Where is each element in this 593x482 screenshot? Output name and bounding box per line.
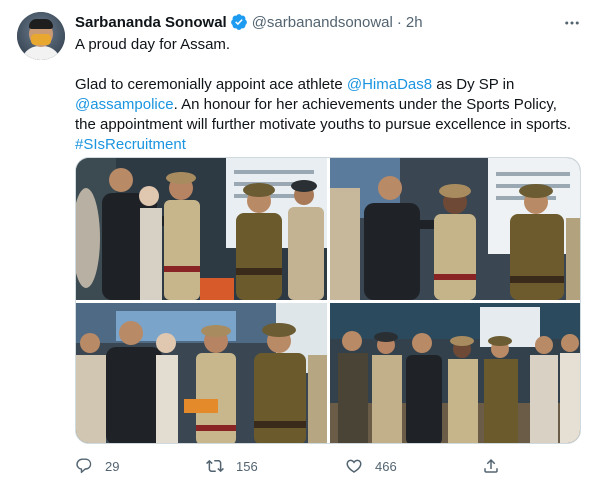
media-photo-3[interactable] bbox=[76, 303, 327, 443]
reply-count: 29 bbox=[105, 458, 120, 474]
tweet-line: @assampolice. An honour for her achievem… bbox=[75, 95, 580, 115]
retweet-icon bbox=[206, 457, 224, 475]
more-horizontal-icon[interactable] bbox=[562, 13, 582, 33]
like-button[interactable]: 466 bbox=[345, 456, 397, 476]
retweet-count: 156 bbox=[236, 458, 258, 474]
hashtag-link[interactable]: #SIsRecruitment bbox=[75, 136, 186, 153]
separator-dot: · bbox=[396, 13, 402, 31]
media-photo-2[interactable] bbox=[330, 158, 580, 300]
tweet-text-fragment: . An honour for her achievements under t… bbox=[173, 96, 557, 113]
share-icon bbox=[482, 457, 500, 475]
like-count: 466 bbox=[375, 458, 397, 474]
tweet-text: A proud day for Assam. Glad to ceremonia… bbox=[75, 35, 580, 155]
reply-icon bbox=[75, 457, 93, 475]
mention-link-assampolice[interactable]: @assampolice bbox=[75, 96, 174, 113]
author-handle[interactable]: @sarbanandsonowal bbox=[252, 14, 393, 31]
tweet-line: Glad to ceremonially appoint ace athlete… bbox=[75, 75, 580, 95]
share-button[interactable] bbox=[482, 456, 500, 476]
media-photo-4[interactable] bbox=[330, 303, 580, 443]
tweet-media-grid bbox=[75, 157, 581, 444]
tweet-actions: 29 156 466 bbox=[75, 456, 505, 476]
tweet[interactable]: Sarbananda Sonowal @sarbanandsonowal · 2… bbox=[0, 0, 593, 482]
author-name[interactable]: Sarbananda Sonowal bbox=[75, 14, 227, 31]
verified-badge-icon bbox=[230, 13, 248, 31]
media-photo-1[interactable] bbox=[76, 158, 327, 300]
tweet-line: #SIsRecruitment bbox=[75, 135, 580, 155]
tweet-text-fragment: as Dy SP in bbox=[432, 76, 515, 93]
tweet-line: the appointment will further motivate yo… bbox=[75, 116, 572, 133]
reply-button[interactable]: 29 bbox=[75, 456, 119, 476]
tweet-line: A proud day for Assam. bbox=[75, 36, 231, 53]
author-avatar[interactable] bbox=[17, 12, 65, 60]
tweet-header: Sarbananda Sonowal @sarbanandsonowal · 2… bbox=[75, 12, 423, 32]
tweet-text-fragment: Glad to ceremonially appoint ace athlete bbox=[75, 76, 347, 93]
retweet-button[interactable]: 156 bbox=[206, 456, 258, 476]
mention-link-himadas[interactable]: @HimaDas8 bbox=[347, 76, 432, 93]
tweet-timestamp[interactable]: 2h bbox=[406, 14, 423, 31]
heart-icon bbox=[345, 457, 363, 475]
